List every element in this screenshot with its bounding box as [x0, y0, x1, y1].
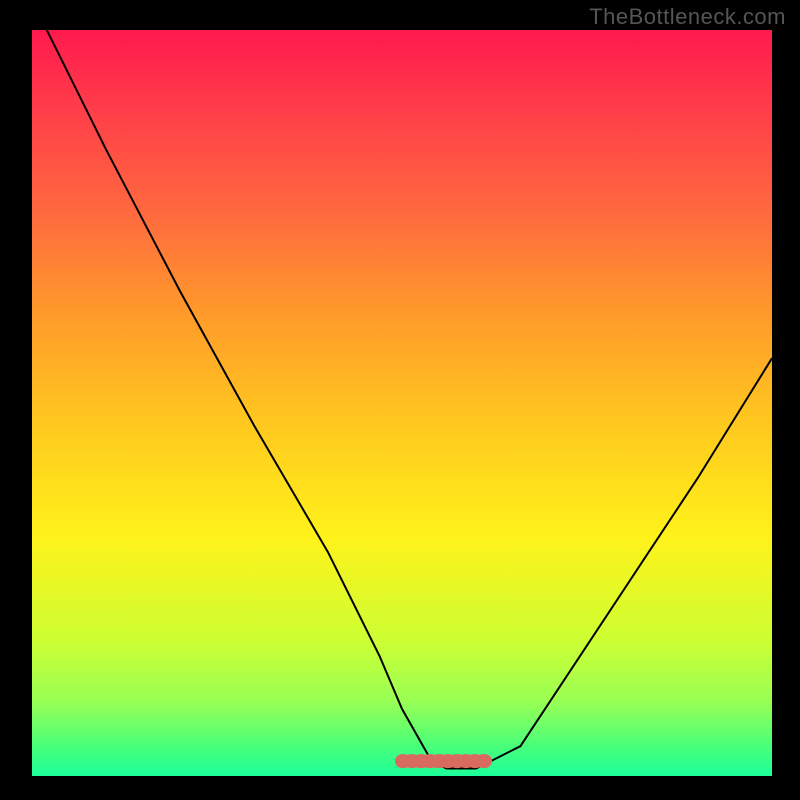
chart-stage: TheBottleneck.com — [0, 0, 800, 800]
watermark-text: TheBottleneck.com — [589, 4, 786, 30]
plot-area — [32, 30, 772, 776]
chart-svg — [32, 30, 772, 776]
bottleneck-curve — [47, 30, 772, 769]
